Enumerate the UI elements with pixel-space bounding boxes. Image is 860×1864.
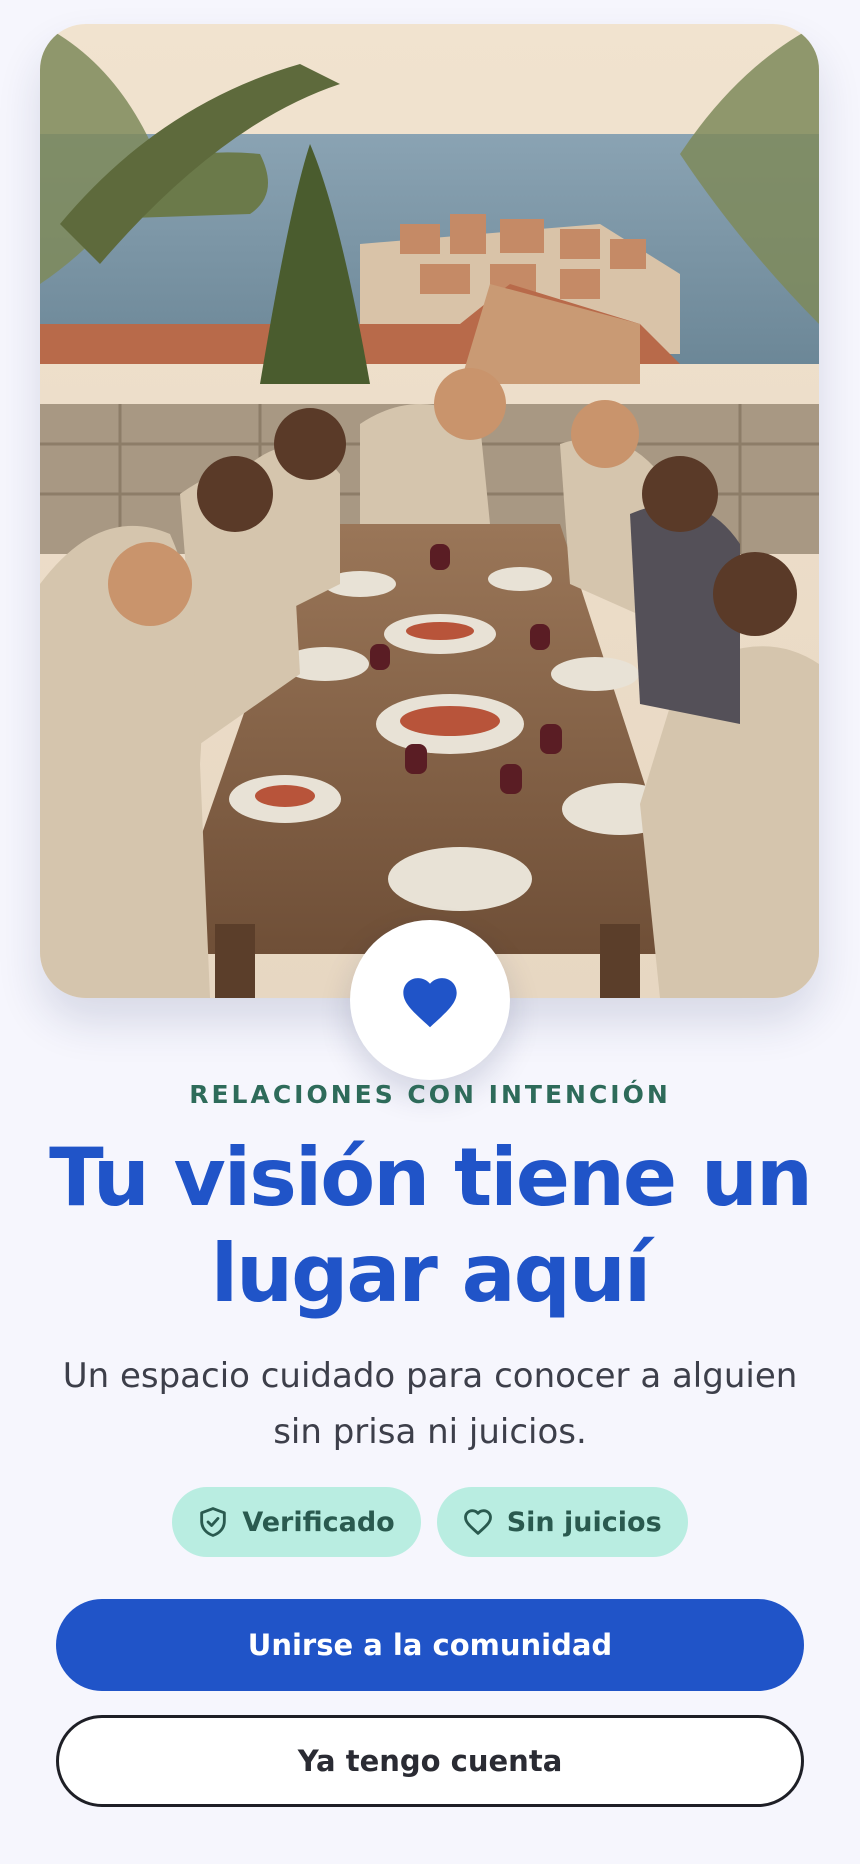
join-community-button[interactable]: Unirse a la comunidad [56, 1599, 804, 1691]
shield-check-icon [200, 1507, 227, 1537]
section-kicker: RELACIONES CON INTENCIÓN [189, 1080, 671, 1109]
feature-chips: Verificado Sin juicios [0, 1487, 860, 1557]
chip-verified: Verificado [172, 1487, 421, 1557]
dinner-scene-illustration [40, 24, 819, 998]
chip-no-judgment: Sin juicios [436, 1487, 688, 1557]
chip-no-judgment-label: Sin juicios [506, 1506, 662, 1538]
page-subtitle: Un espacio cuidado para conocer a alguie… [62, 1356, 798, 1452]
heart-badge [350, 920, 510, 1080]
chip-verified-label: Verificado [242, 1506, 395, 1538]
heart-icon [403, 978, 457, 1028]
have-account-button[interactable]: Ya tengo cuenta [56, 1715, 804, 1807]
heart-outline-icon [463, 1509, 492, 1535]
page-title: Tu visión tiene un lugar aquí [49, 1131, 813, 1320]
hero-image [40, 24, 819, 998]
